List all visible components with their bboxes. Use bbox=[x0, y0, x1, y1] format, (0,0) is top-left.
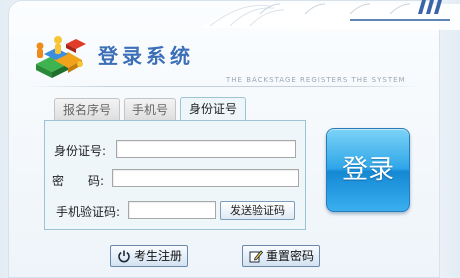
reset-password-button[interactable]: 重置密码 bbox=[242, 245, 320, 267]
password-label: 密 码: bbox=[52, 174, 105, 188]
id-number-label: 身份证号: bbox=[54, 144, 107, 158]
id-number-input[interactable] bbox=[116, 140, 296, 158]
sms-code-label: 手机验证码: bbox=[56, 205, 121, 219]
login-button[interactable]: 登录 bbox=[326, 128, 410, 212]
header-divider bbox=[26, 86, 422, 87]
power-icon bbox=[118, 250, 130, 263]
register-button[interactable]: 考生注册 bbox=[110, 245, 188, 267]
header-decoration bbox=[200, 0, 460, 30]
page-subtitle: THE BACKSTAGE REGISTERS THE SYSTEM bbox=[226, 76, 406, 84]
page-title: 登录系统 bbox=[98, 44, 194, 68]
edit-icon bbox=[249, 250, 263, 263]
tab-id-number[interactable]: 身份证号 bbox=[180, 97, 246, 121]
tab-registration-number[interactable]: 报名序号 bbox=[54, 98, 120, 120]
send-code-button[interactable]: 发送验证码 bbox=[220, 201, 295, 220]
sms-code-input[interactable] bbox=[128, 201, 216, 219]
tab-phone-number[interactable]: 手机号 bbox=[124, 98, 176, 120]
cube-people-logo bbox=[36, 36, 86, 78]
register-button-label: 考生注册 bbox=[134, 249, 183, 263]
password-input[interactable] bbox=[112, 169, 299, 187]
reset-password-button-label: 重置密码 bbox=[266, 249, 315, 263]
